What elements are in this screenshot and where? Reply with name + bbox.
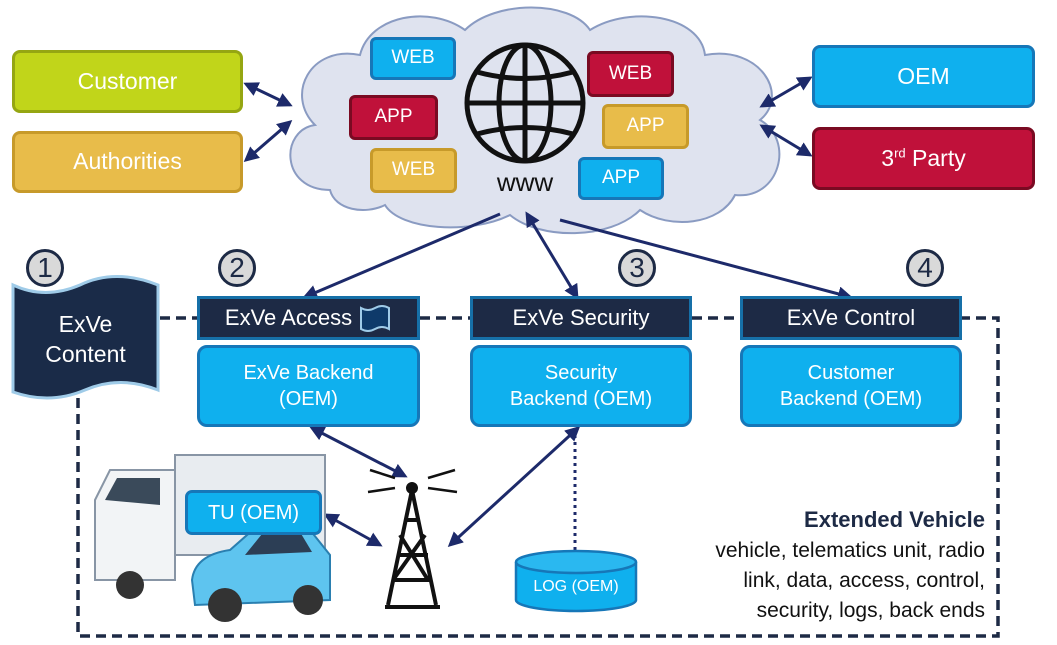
step-3: 3	[618, 249, 656, 287]
header-exve-security: ExVe Security	[470, 296, 692, 340]
security-backend: Security Backend (OEM)	[470, 345, 692, 427]
actor-third-party: 3rd Party	[812, 127, 1035, 190]
customer-backend: Customer Backend (OEM)	[740, 345, 962, 427]
exve-backend: ExVe Backend (OEM)	[197, 345, 420, 427]
extended-vehicle-title: Extended Vehicle	[804, 507, 985, 532]
radio-tower-icon	[367, 468, 458, 609]
www-label: www	[496, 167, 554, 198]
extended-vehicle-diagram: Customer Authorities OEM 3rd Party WEB A…	[0, 0, 1057, 645]
arrow-cloud-control	[559, 218, 853, 302]
cloud-item-app: APP	[349, 95, 438, 140]
arrow-security-tower	[447, 425, 581, 548]
cloud-item-web: WEB	[370, 37, 456, 80]
flag-icon	[360, 305, 391, 332]
step-4: 4	[906, 249, 944, 287]
header-exve-control: ExVe Control	[740, 296, 962, 340]
arrow-authorities-cloud	[243, 120, 293, 162]
actor-authorities: Authorities	[12, 131, 243, 193]
cloud-item-app: APP	[602, 104, 689, 149]
step-2: 2	[218, 249, 256, 287]
extended-vehicle-line: link, data, access, control,	[743, 569, 985, 592]
log-label: LOG (OEM)	[533, 577, 619, 595]
telematics-unit: TU (OEM)	[185, 490, 322, 535]
header-exve-access: ExVe Access	[197, 296, 420, 340]
actor-oem: OEM	[812, 45, 1035, 108]
extended-vehicle-line: security, logs, back ends	[756, 599, 985, 622]
cloud-item-web: WEB	[370, 148, 457, 193]
arrow-tu-tower	[323, 513, 383, 547]
cloud-item-web: WEB	[587, 51, 674, 97]
actor-customer: Customer	[12, 50, 243, 113]
globe-icon	[464, 42, 586, 164]
exve-content: ExVe Content	[45, 311, 126, 367]
arrow-customer-cloud	[243, 82, 293, 107]
extended-vehicle-line: vehicle, telematics unit, radio	[715, 539, 985, 562]
step-1: 1	[26, 249, 64, 287]
cloud-item-app: APP	[578, 157, 664, 200]
arrow-cloud-access	[302, 212, 501, 300]
